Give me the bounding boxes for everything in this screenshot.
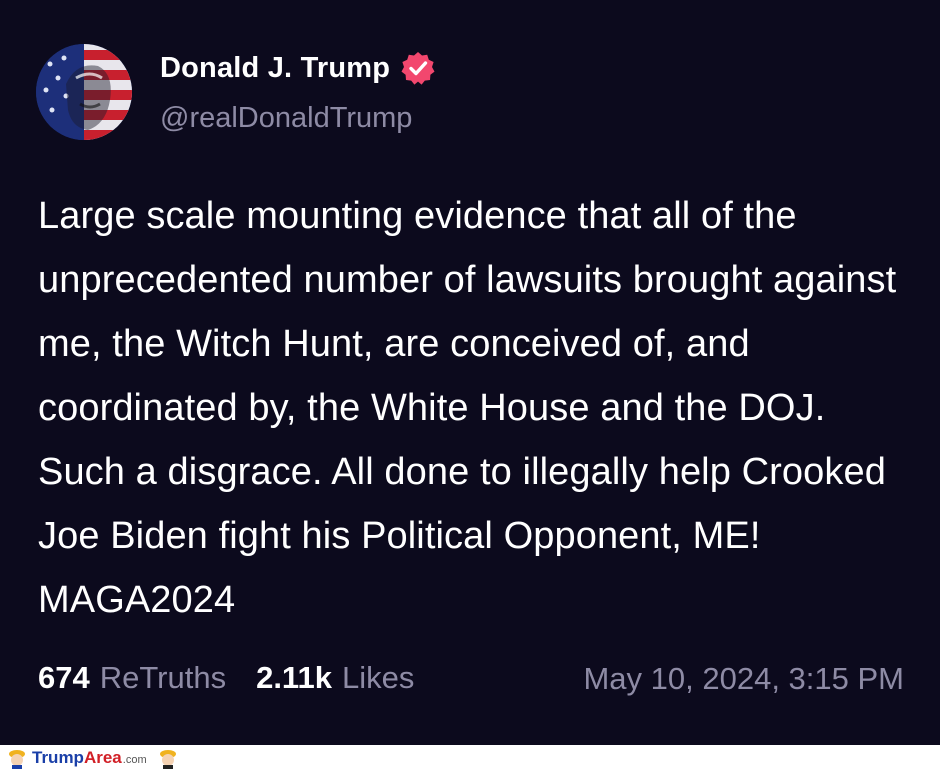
likes-label[interactable]: Likes [342,660,414,696]
post-body-text: Large scale mounting evidence that all o… [38,195,897,621]
author-handle[interactable]: @realDonaldTrump [160,102,412,135]
mascot-icon-secondary [157,747,179,769]
likes-count[interactable]: 2.11k [256,660,332,696]
verified-badge-icon [400,50,436,86]
post-stats: 674 ReTruths 2.11k Likes [38,660,414,696]
post-timestamp[interactable]: May 10, 2024, 3:15 PM [583,661,904,697]
retruths-label[interactable]: ReTruths [100,660,226,696]
watermark-footer: Trump Area .com [0,745,940,771]
mascot-icon [6,747,28,769]
site-logo[interactable]: Trump Area .com [32,748,147,768]
logo-text-area: Area [83,748,122,767]
author-avatar[interactable] [36,44,132,140]
author-display-name[interactable]: Donald J. Trump [160,52,390,85]
retruths-count[interactable]: 674 [38,660,90,696]
logo-text-trump: Trump [32,748,84,767]
truth-post: Donald J. Trump @realDonaldTrump Large s… [0,0,940,745]
flag-portrait-avatar-icon [36,44,132,140]
logo-text-com: .com [122,754,147,766]
author-name-row: Donald J. Trump [160,50,436,86]
